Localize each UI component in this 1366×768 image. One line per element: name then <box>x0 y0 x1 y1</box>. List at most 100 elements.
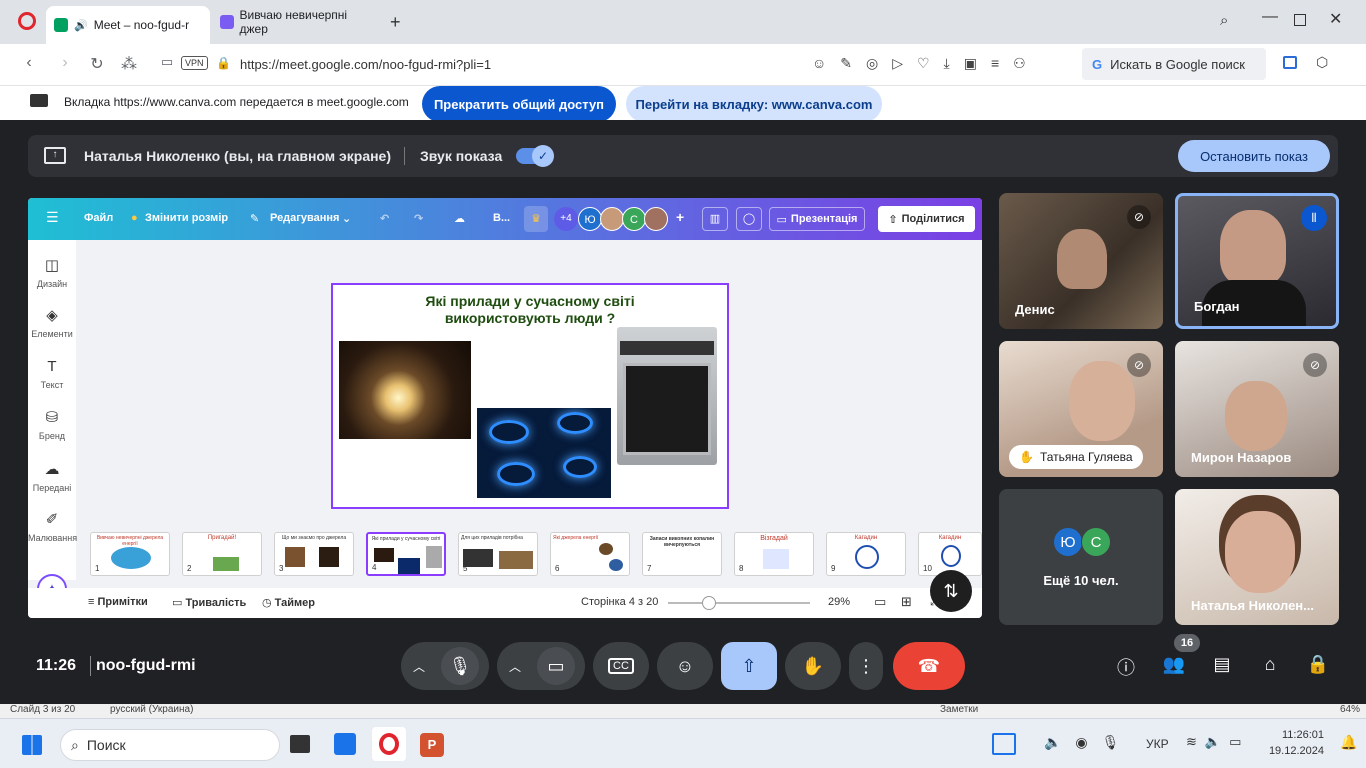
mic-off-icon: ⊘ <box>1127 205 1151 229</box>
keyboard-language[interactable]: УКР <box>1146 737 1169 751</box>
stop-sharing-button[interactable]: Прекратить общий доступ <box>422 86 616 122</box>
slide-thumb-5[interactable]: Для цих приладів потрібна 5 <box>458 532 538 576</box>
opera-logo-icon[interactable] <box>18 12 36 30</box>
video-options-chevron-icon[interactable]: ︿ <box>509 658 521 675</box>
google-search-box[interactable]: G Искать в Google поиск <box>1082 48 1266 80</box>
tab-meet[interactable]: 🔊 Meet – noo-fgud-r <box>46 6 210 44</box>
activities-icon[interactable]: ⌂ <box>1257 654 1283 675</box>
undo-icon[interactable]: ↶ <box>380 212 389 225</box>
avatar-photo[interactable] <box>600 207 624 231</box>
sidebar-item-text[interactable]: T Текст <box>28 358 76 390</box>
avatar-s[interactable]: С <box>622 207 646 231</box>
timer-button[interactable]: ◷ Таймер <box>262 596 315 609</box>
zoom-slider-knob[interactable] <box>702 596 717 610</box>
windows-start-icon[interactable] <box>22 735 42 755</box>
cloud-icon[interactable]: ☁ <box>454 212 465 225</box>
slide-canvas[interactable]: Які прилади у сучасному світі використов… <box>331 283 729 509</box>
new-tab-button[interactable]: + <box>390 12 401 33</box>
elements-icon: ◈ <box>46 307 58 324</box>
slide-thumb-4-selected[interactable]: Які прилади у сучасному світі 4 <box>366 532 446 576</box>
avatar-yu[interactable]: Ю <box>578 207 602 231</box>
add-collaborator-icon[interactable]: + <box>676 209 684 225</box>
sidebar-item-draw[interactable]: ✐ Малювання <box>28 510 77 543</box>
captions-button[interactable]: CC <box>593 642 649 690</box>
widgets-icon[interactable] <box>992 733 1016 755</box>
sidebar-item-design[interactable]: ◫ Дизайн <box>28 256 76 289</box>
close-window-button[interactable]: ✕ <box>1329 9 1342 29</box>
comment-icon[interactable]: ◯ <box>736 207 762 231</box>
participant-tile-self[interactable]: Наталья Николен... <box>1175 489 1339 625</box>
duration-button[interactable]: ▭ Тривалість <box>172 596 246 609</box>
search-label: Искать в Google поиск <box>1110 56 1245 72</box>
people-icon[interactable]: 👥 <box>1161 654 1187 675</box>
sidebar-item-brand[interactable]: ⛁ Бренд <box>28 408 76 441</box>
camera-icon[interactable]: ▭ <box>156 54 178 70</box>
meeting-details-icon[interactable]: ⓘ <box>1113 654 1139 680</box>
notification-bell-icon[interactable]: 🔔 <box>1340 734 1357 751</box>
back-button[interactable]: ‹ <box>18 54 40 72</box>
pages-view-icon[interactable]: ▭ <box>874 594 886 610</box>
slide-thumb-8[interactable]: Візгадай 8 <box>734 532 814 576</box>
menu-icon[interactable]: ☰ <box>46 209 59 226</box>
slide-thumb-9[interactable]: Кагадин 9 <box>826 532 906 576</box>
clock[interactable]: 11:26:01 19.12.2024 <box>1264 727 1324 759</box>
store-icon[interactable] <box>334 733 356 755</box>
url-field[interactable]: https://meet.google.com/noo-fgud-rmi?pli… <box>240 57 491 72</box>
resize-menu[interactable]: Змінити розмір <box>145 212 228 224</box>
forward-button[interactable]: › <box>54 54 76 72</box>
present-now-button[interactable]: ⇧ <box>721 642 777 690</box>
notes-button[interactable]: ≡ Примітки <box>88 596 148 608</box>
plus-collaborators-badge[interactable]: +4 <box>554 207 578 231</box>
grid-view-icon[interactable]: ⊞ <box>901 594 912 610</box>
chat-icon[interactable]: ▤ <box>1209 654 1235 675</box>
emoji-button[interactable]: ☺ <box>657 642 713 690</box>
more-menu[interactable]: В... <box>493 212 510 224</box>
slide-thumb-1[interactable]: Вивчаю невичерпні джерела енергії 1 <box>90 532 170 576</box>
more-participants-tile[interactable]: Ю С Ещё 10 чел. <box>999 489 1163 625</box>
redo-icon[interactable]: ↷ <box>414 212 423 225</box>
reload-button[interactable]: ↻ <box>86 54 108 74</box>
avatar-photo-2[interactable] <box>644 207 668 231</box>
sidebar-toggle-icon[interactable] <box>1283 56 1297 69</box>
zoom-slider[interactable] <box>668 596 810 610</box>
sidebar-item-uploads[interactable]: ☁ Передані <box>28 460 76 493</box>
audio-options-chevron-icon[interactable]: ︿ <box>413 658 425 675</box>
speed-dial-icon[interactable]: ⁂ <box>118 54 140 74</box>
maximize-button[interactable] <box>1294 14 1306 26</box>
swap-view-button[interactable]: ⇅ <box>930 570 972 612</box>
taskbar-search-box[interactable]: ⌕ Поиск <box>60 729 280 761</box>
slide-thumb-6[interactable]: Які джерела енергії 6 <box>550 532 630 576</box>
participant-tile-speaking[interactable]: ⦀ Богдан <box>1175 193 1339 329</box>
slide-thumb-2[interactable]: Пригадай! 2 <box>182 532 262 576</box>
search-tabs-icon[interactable]: ⌕ <box>1220 12 1228 29</box>
minimize-button[interactable]: — <box>1262 8 1278 26</box>
present-button[interactable]: ▭ Презентація <box>769 207 865 231</box>
opera-app-icon[interactable] <box>372 727 406 761</box>
stop-presenting-button[interactable]: Остановить показ <box>1178 140 1330 172</box>
participant-tile[interactable]: ⊘ Мирон Назаров <box>1175 341 1339 477</box>
sound-toggle[interactable]: ✓ <box>516 145 554 167</box>
microphone-button[interactable]: 🎙 <box>441 647 479 685</box>
edit-menu[interactable]: Редагування <box>270 212 339 224</box>
raise-hand-button[interactable]: ✋ <box>785 642 841 690</box>
vpn-badge[interactable]: VPN <box>181 56 208 70</box>
leave-call-button[interactable]: ☎ <box>893 642 965 690</box>
extensions-icon[interactable]: ⬡ <box>1316 54 1328 71</box>
camera-button[interactable]: ▭ <box>537 647 575 685</box>
more-options-button[interactable]: ⋮ <box>849 642 883 690</box>
participant-name: Богдан <box>1194 299 1240 314</box>
tab-canva[interactable]: Вивчаю невичерпні джер <box>212 6 382 38</box>
slide-thumb-7[interactable]: Запаси викопних копалин вичерпуються 7 <box>642 532 722 576</box>
host-controls-lock-icon[interactable]: 🔒 <box>1305 654 1331 675</box>
participant-tile[interactable]: ⊘ ✋ Татьяна Гуляева <box>999 341 1163 477</box>
sidebar-item-elements[interactable]: ◈ Елементи <box>28 306 76 339</box>
go-to-tab-button[interactable]: Перейти на вкладку: www.canva.com <box>626 86 882 122</box>
file-menu[interactable]: Файл <box>84 212 113 224</box>
share-button[interactable]: ⇧ Поділитися <box>878 206 975 232</box>
task-view-icon[interactable] <box>290 735 310 753</box>
analytics-icon[interactable]: ▥ <box>702 207 728 231</box>
powerpoint-icon[interactable]: P <box>420 733 444 757</box>
participant-tile[interactable]: ⊘ Денис <box>999 193 1163 329</box>
slide-thumb-3[interactable]: Що ми знаємо про джерела 3 <box>274 532 354 576</box>
network-icons[interactable]: ≋🔈▭ <box>1186 734 1249 750</box>
